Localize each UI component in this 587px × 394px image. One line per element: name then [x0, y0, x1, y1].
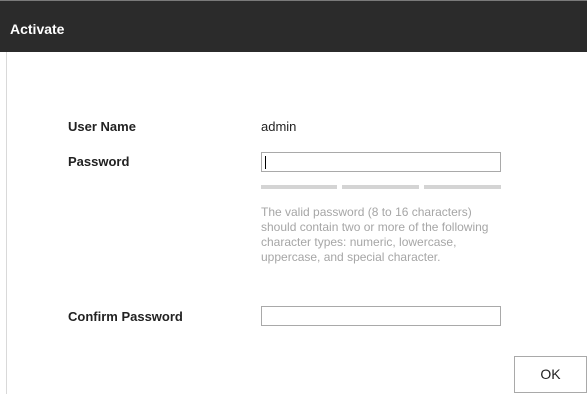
password-label: Password: [68, 154, 130, 169]
text-caret: [265, 156, 266, 169]
password-strength-bar-1: [261, 185, 337, 189]
password-strength-bar-3: [424, 185, 501, 189]
password-input[interactable]: [261, 152, 501, 172]
confirm-password-input[interactable]: [261, 306, 501, 326]
dialog-titlebar: Activate: [0, 0, 587, 52]
ok-button[interactable]: OK: [514, 356, 587, 393]
username-value: admin: [261, 119, 297, 134]
password-hint: The valid password (8 to 16 characters) …: [261, 205, 489, 264]
confirm-password-label: Confirm Password: [68, 309, 183, 324]
activate-dialog: Activate User Name admin Password The va…: [0, 0, 587, 394]
password-strength-bar-2: [342, 185, 419, 189]
username-label: User Name: [68, 119, 136, 134]
dialog-title: Activate: [10, 21, 65, 37]
dialog-left-border: [6, 52, 7, 394]
